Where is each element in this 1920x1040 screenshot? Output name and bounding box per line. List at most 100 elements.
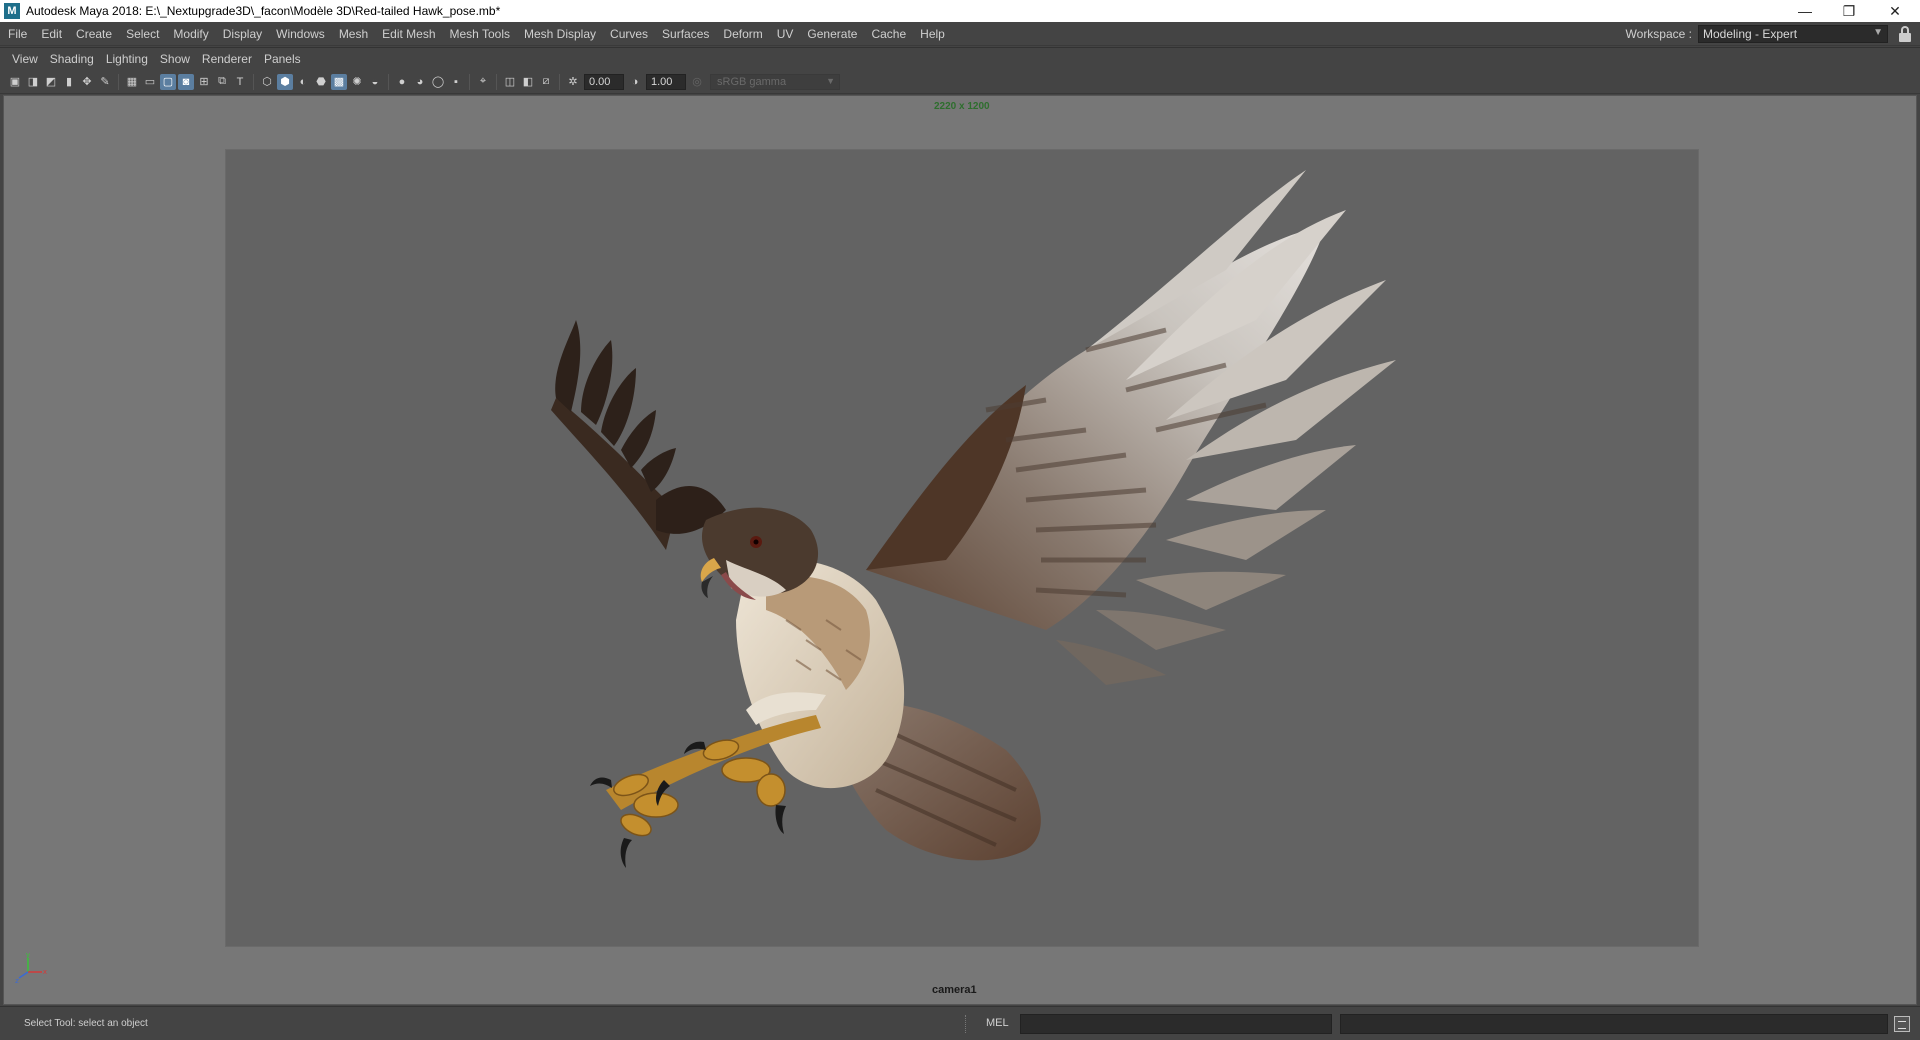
workspace-value: Modeling - Expert bbox=[1703, 27, 1798, 41]
safe-title-icon[interactable]: T bbox=[232, 74, 248, 90]
chevron-down-icon: ▼ bbox=[826, 75, 835, 86]
menu-edit[interactable]: Edit bbox=[34, 22, 69, 46]
panel-menu-shading[interactable]: Shading bbox=[44, 52, 100, 66]
gate-mask-icon[interactable]: ◙ bbox=[178, 73, 194, 90]
workspace-dropdown[interactable]: Modeling - Expert ▼ bbox=[1698, 25, 1888, 43]
workspace-selector: Workspace : Modeling - Expert ▼ bbox=[1626, 24, 1912, 44]
lock-camera-icon[interactable]: ◨ bbox=[25, 74, 41, 90]
mel-toggle[interactable]: MEL bbox=[986, 1017, 1009, 1029]
menu-generate[interactable]: Generate bbox=[800, 22, 864, 46]
lock-icon[interactable] bbox=[1898, 26, 1912, 42]
left-wing bbox=[551, 320, 726, 550]
panel-toolbar: ▣ ◨ ◩ ▮ ✥ ✎ ▦ ▭ ▢ ◙ ⊞ ⧉ T ⬡ ⬢ ◐ ⬣ ▩ ✺ ◒ … bbox=[0, 70, 1920, 94]
multisample-aa-icon[interactable]: ◯ bbox=[430, 74, 446, 90]
window-title: Autodesk Maya 2018: E:\_Nextupgrade3D\_f… bbox=[26, 4, 501, 18]
menu-curves[interactable]: Curves bbox=[603, 22, 655, 46]
safe-action-icon[interactable]: ⧉ bbox=[214, 74, 230, 90]
image-plane-icon[interactable]: ▮ bbox=[61, 74, 77, 90]
script-editor-icon[interactable] bbox=[1894, 1016, 1910, 1032]
screen-space-ao-icon[interactable]: ● bbox=[394, 74, 410, 90]
camera-name-label: camera1 bbox=[932, 984, 977, 996]
view-axis-icon: y x z bbox=[15, 952, 47, 985]
command-result-field bbox=[1340, 1014, 1888, 1034]
menu-file[interactable]: File bbox=[0, 22, 34, 46]
exposure-field[interactable]: 0.00 bbox=[584, 73, 624, 90]
panel-menu-bar: View Shading Lighting Show Renderer Pane… bbox=[0, 47, 1920, 69]
menu-mesh-tools[interactable]: Mesh Tools bbox=[443, 22, 517, 46]
menu-windows[interactable]: Windows bbox=[269, 22, 332, 46]
resolution-gate-icon[interactable]: ▢ bbox=[160, 73, 176, 90]
xray-icon[interactable]: ◫ bbox=[502, 74, 518, 90]
field-chart-icon[interactable]: ⊞ bbox=[196, 74, 212, 90]
smooth-shade-icon[interactable]: ⬢ bbox=[277, 73, 293, 90]
menu-deform[interactable]: Deform bbox=[716, 22, 769, 46]
command-line-bar: Select Tool: select an object MEL bbox=[0, 1006, 1920, 1040]
viewport-panel[interactable]: 2220 x 1200 camera1 y x z bbox=[3, 95, 1917, 1005]
xray-joints-icon[interactable]: ◧ bbox=[520, 74, 536, 90]
toolbar-separator bbox=[496, 73, 497, 90]
axis-label-z: z bbox=[15, 977, 19, 985]
menu-help[interactable]: Help bbox=[913, 22, 952, 46]
axis-label-y: y bbox=[26, 952, 30, 959]
help-line: Select Tool: select an object bbox=[24, 1018, 148, 1029]
toolbar-separator bbox=[469, 73, 470, 90]
drag-handle[interactable] bbox=[965, 1015, 967, 1033]
menu-mesh[interactable]: Mesh bbox=[332, 22, 375, 46]
depth-of-field-icon[interactable]: ▪ bbox=[448, 74, 464, 90]
use-lights-icon[interactable]: ✺ bbox=[349, 74, 365, 90]
menu-uv[interactable]: UV bbox=[770, 22, 801, 46]
panel-menu-renderer[interactable]: Renderer bbox=[196, 52, 258, 66]
toolbar-separator bbox=[388, 73, 389, 90]
default-lighting-icon[interactable]: ◐ bbox=[295, 74, 311, 90]
hawk-model[interactable] bbox=[226, 150, 1698, 946]
restore-button[interactable]: ❐ bbox=[1826, 0, 1872, 22]
grid-icon[interactable]: ▦ bbox=[124, 74, 140, 90]
toolbar-separator bbox=[559, 73, 560, 90]
resolution-gate bbox=[226, 150, 1698, 946]
grease-pencil-icon[interactable]: ✎ bbox=[97, 74, 113, 90]
menu-create[interactable]: Create bbox=[69, 22, 119, 46]
xray-components-icon[interactable]: ⧄ bbox=[538, 74, 554, 90]
exposure-icon[interactable]: ✲ bbox=[565, 74, 581, 90]
panel-menu-view[interactable]: View bbox=[6, 52, 44, 66]
color-management-icon[interactable]: ◎ bbox=[689, 74, 705, 90]
menu-mesh-display[interactable]: Mesh Display bbox=[517, 22, 603, 46]
film-gate-icon[interactable]: ▭ bbox=[142, 74, 158, 90]
wireframe-icon[interactable]: ⬡ bbox=[259, 74, 275, 90]
view-transform-value: sRGB gamma bbox=[717, 75, 787, 88]
panel-menu-panels[interactable]: Panels bbox=[258, 52, 307, 66]
menu-select[interactable]: Select bbox=[119, 22, 166, 46]
menu-modify[interactable]: Modify bbox=[166, 22, 215, 46]
minimize-button[interactable]: — bbox=[1782, 0, 1828, 22]
menu-display[interactable]: Display bbox=[216, 22, 269, 46]
gamma-icon[interactable]: ◑ bbox=[627, 74, 643, 90]
panel-menu-show[interactable]: Show bbox=[154, 52, 196, 66]
menu-surfaces[interactable]: Surfaces bbox=[655, 22, 716, 46]
title-bar: M Autodesk Maya 2018: E:\_Nextupgrade3D\… bbox=[0, 0, 1920, 22]
isolate-select-icon[interactable]: ⌖ bbox=[475, 74, 491, 90]
command-input[interactable] bbox=[1020, 1014, 1332, 1034]
toolbar-separator bbox=[253, 73, 254, 90]
toolbar-separator bbox=[118, 73, 119, 90]
bookmark-icon[interactable]: ◩ bbox=[43, 74, 59, 90]
close-button[interactable]: ✕ bbox=[1872, 0, 1918, 22]
maya-window: M Autodesk Maya 2018: E:\_Nextupgrade3D\… bbox=[0, 0, 1920, 1040]
right-wing bbox=[866, 170, 1396, 685]
shadows-icon[interactable]: ◒ bbox=[367, 74, 383, 90]
two-d-pan-icon[interactable]: ✥ bbox=[79, 74, 95, 90]
workspace-label: Workspace : bbox=[1625, 27, 1692, 41]
gamma-field[interactable]: 1.00 bbox=[646, 73, 686, 90]
view-transform-dropdown[interactable]: sRGB gamma ▼ bbox=[710, 73, 840, 90]
panel-menu-lighting[interactable]: Lighting bbox=[100, 52, 154, 66]
motion-blur-icon[interactable]: ◕ bbox=[412, 74, 428, 90]
menu-cache[interactable]: Cache bbox=[864, 22, 913, 46]
wireframe-on-shaded-icon[interactable]: ⬣ bbox=[313, 74, 329, 90]
main-menu-bar: File Edit Create Select Modify Display W… bbox=[0, 22, 1920, 46]
chevron-down-icon: ▼ bbox=[1873, 27, 1883, 38]
maya-logo-icon: M bbox=[4, 3, 20, 19]
camera-icon[interactable]: ▣ bbox=[7, 74, 23, 90]
menu-edit-mesh[interactable]: Edit Mesh bbox=[375, 22, 442, 46]
textured-icon[interactable]: ▩ bbox=[331, 73, 347, 90]
axis-label-x: x bbox=[43, 968, 47, 976]
resolution-label: 2220 x 1200 bbox=[934, 101, 990, 112]
